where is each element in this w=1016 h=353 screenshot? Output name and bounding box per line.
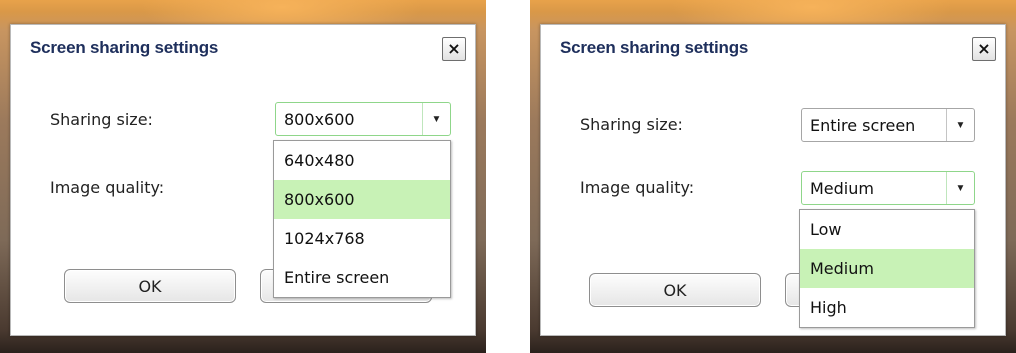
image-quality-label: Image quality:	[50, 178, 165, 197]
dialog-title: Screen sharing settings	[560, 38, 749, 57]
dropdown-option[interactable]: 1024x768	[274, 219, 450, 258]
sharing-size-select[interactable]: Entire screen ▼	[801, 108, 975, 142]
dropdown-option[interactable]: Low	[800, 210, 974, 249]
close-icon: ×	[977, 39, 991, 58]
sharing-size-select[interactable]: 800x600 ▼	[275, 102, 451, 136]
image-quality-value: Medium	[810, 179, 874, 198]
chevron-down-icon[interactable]: ▼	[946, 109, 974, 141]
dropdown-option-selected[interactable]: Medium	[800, 249, 974, 288]
ok-button[interactable]: OK	[64, 269, 236, 303]
image-quality-dropdown-list: Low Medium High	[799, 209, 975, 328]
sharing-size-dropdown-list: 640x480 800x600 1024x768 Entire screen	[273, 140, 451, 298]
sharing-size-value: Entire screen	[810, 116, 916, 135]
image-quality-select[interactable]: Medium ▼	[801, 171, 975, 205]
screen-sharing-dialog: Screen sharing settings × Sharing size: …	[540, 24, 1006, 336]
chevron-down-icon[interactable]: ▼	[946, 172, 974, 204]
dialog-titlebar: Screen sharing settings ×	[541, 25, 1005, 71]
close-button[interactable]: ×	[972, 37, 996, 61]
close-icon: ×	[447, 39, 461, 58]
dialog-title: Screen sharing settings	[30, 38, 219, 57]
dropdown-option-selected[interactable]: 800x600	[274, 180, 450, 219]
dropdown-option[interactable]: Entire screen	[274, 258, 450, 297]
screen-sharing-dialog: Screen sharing settings × Sharing size: …	[10, 24, 476, 336]
sharing-size-label: Sharing size:	[580, 115, 683, 134]
chevron-down-icon[interactable]: ▼	[422, 103, 450, 135]
sharing-size-label: Sharing size:	[50, 110, 153, 129]
screenshot-panel-left: Screen sharing settings × Sharing size: …	[0, 0, 486, 353]
sharing-size-value: 800x600	[284, 110, 355, 129]
image-quality-label: Image quality:	[580, 178, 695, 197]
screenshot-panel-right: Screen sharing settings × Sharing size: …	[530, 0, 1016, 353]
dropdown-option[interactable]: High	[800, 288, 974, 327]
dropdown-option[interactable]: 640x480	[274, 141, 450, 180]
close-button[interactable]: ×	[442, 37, 466, 61]
ok-button[interactable]: OK	[589, 273, 761, 307]
dialog-titlebar: Screen sharing settings ×	[11, 25, 475, 71]
